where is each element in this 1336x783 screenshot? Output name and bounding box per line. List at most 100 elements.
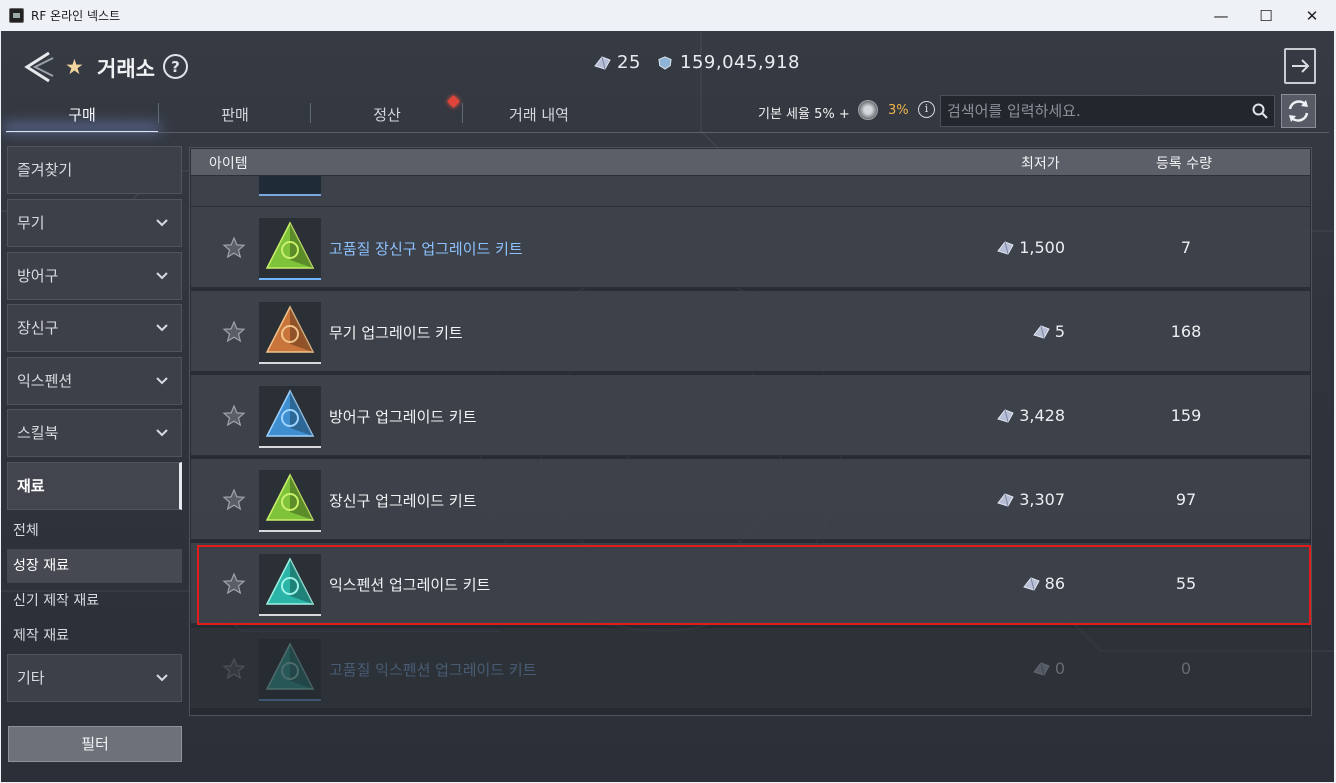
favorite-star-icon[interactable] [222, 236, 246, 260]
sidebar-item-favorites[interactable]: 즐겨찾기 [7, 146, 182, 194]
search-box [940, 95, 1275, 127]
item-quantity: 0 [1180, 659, 1192, 678]
sidebar-item-accessory[interactable]: 장신구 [7, 304, 182, 352]
page-title: 거래소 [97, 57, 155, 81]
favorite-star-icon[interactable] [222, 488, 246, 512]
price-value: 86 [1044, 574, 1065, 593]
table-row[interactable]: 고품질 장신구 업그레이드 키트 1,500 7 [191, 207, 1310, 288]
sidebar-item-other[interactable]: 기타 [7, 654, 182, 702]
item-price: 3,307 [995, 490, 1065, 509]
maximize-button[interactable]: ☐ [1243, 0, 1289, 31]
table-row-partial[interactable] [191, 176, 1310, 206]
table-row[interactable]: 장신구 업그레이드 키트 3,307 97 [191, 459, 1310, 540]
item-price: 86 [1021, 574, 1065, 593]
chevron-down-icon [156, 429, 168, 437]
table-row[interactable]: 고품질 익스펜션 업그레이드 키트 0 0 [191, 628, 1310, 709]
chevron-down-icon [156, 219, 168, 227]
silver-currency: 159,045,918 [656, 52, 800, 73]
table-row[interactable]: 익스펜션 업그레이드 키트 86 55 [191, 543, 1310, 624]
tabs-underline [6, 132, 1329, 133]
sidebar-subitem-craft[interactable]: 제작 재료 [7, 619, 182, 653]
tab-settlement[interactable]: 정산 [311, 97, 463, 133]
sidebar-item-expansion[interactable]: 익스펜션 [7, 357, 182, 405]
item-thumbnail [259, 302, 321, 364]
close-button[interactable]: ✕ [1289, 0, 1335, 31]
sidebar-item-label: 즐겨찾기 [17, 161, 73, 179]
gem-icon [1032, 661, 1050, 676]
favorite-star-icon[interactable] [222, 320, 246, 344]
search-input[interactable] [947, 100, 1237, 122]
sidebar-subitem-all[interactable]: 전체 [7, 514, 182, 548]
chevron-down-icon [156, 272, 168, 280]
table-row[interactable]: 무기 업그레이드 키트 5 168 [191, 291, 1310, 372]
item-thumbnail [259, 470, 321, 532]
tab-buy[interactable]: 구매 [6, 97, 158, 133]
item-quantity: 159 [1170, 406, 1202, 425]
chevron-down-icon [156, 674, 168, 682]
upgrade-kit-icon [265, 221, 315, 269]
info-icon[interactable]: i [918, 101, 935, 118]
price-value: 1,500 [1019, 238, 1065, 257]
table-header: 아이템 최저가 등록 수량 [191, 149, 1310, 175]
sidebar-item-label: 방어구 [17, 267, 59, 285]
sidebar-item-label: 무기 [17, 214, 45, 232]
item-thumbnail [259, 218, 321, 280]
item-quantity: 55 [1175, 574, 1197, 593]
item-thumbnail [259, 386, 321, 448]
favorite-star-icon: ★ [65, 55, 84, 79]
minimize-button[interactable]: — [1198, 0, 1244, 31]
sidebar-subitem-growth[interactable]: 성장 재료 [7, 549, 182, 583]
sidebar-item-label: 재료 [17, 477, 45, 495]
item-name: 장신구 업그레이드 키트 [329, 492, 477, 510]
item-name: 고품질 익스펜션 업그레이드 키트 [329, 661, 537, 679]
filter-button[interactable]: 필터 [8, 726, 182, 762]
item-thumbnail [259, 554, 321, 616]
sidebar-item-weapon[interactable]: 무기 [7, 199, 182, 247]
header-quantity: 등록 수량 [1156, 156, 1212, 172]
tab-history[interactable]: 거래 내역 [463, 97, 615, 133]
item-price: 1,500 [995, 238, 1065, 257]
item-thumbnail [259, 176, 321, 196]
back-arrow-icon[interactable] [21, 50, 55, 84]
price-value: 3,428 [1019, 406, 1065, 425]
refresh-button[interactable] [1281, 94, 1316, 128]
favorite-star-icon[interactable] [222, 404, 246, 428]
price-value: 5 [1054, 322, 1065, 341]
sidebar-item-armor[interactable]: 방어구 [7, 252, 182, 300]
gem-icon [1022, 576, 1040, 591]
sidebar-item-label: 익스펜션 [17, 372, 73, 390]
item-name: 방어구 업그레이드 키트 [329, 408, 477, 426]
gem-icon [594, 55, 611, 70]
favorite-star-icon[interactable] [222, 572, 246, 596]
header-lowest-price: 최저가 [1021, 156, 1060, 172]
app-icon [9, 8, 24, 23]
silver-amount: 159,045,918 [680, 52, 801, 73]
item-price: 3,428 [995, 406, 1065, 425]
item-quantity: 97 [1175, 490, 1197, 509]
help-icon[interactable]: ? [163, 54, 188, 79]
upgrade-kit-icon [265, 642, 315, 690]
item-quantity: 7 [1180, 238, 1192, 257]
header-item: 아이템 [209, 156, 248, 172]
sidebar-item-material[interactable]: 재료 [7, 462, 182, 510]
game-area: ★ 거래소 ? 25 159,045,918 구매 판매 정산 거래 내역 기본… [1, 31, 1334, 782]
exit-button[interactable] [1284, 48, 1316, 84]
price-value: 0 [1054, 659, 1065, 678]
upgrade-kit-icon [265, 389, 315, 437]
chevron-down-icon [156, 377, 168, 385]
tab-sell[interactable]: 판매 [159, 97, 311, 133]
search-icon[interactable] [1252, 103, 1268, 119]
refresh-icon [1288, 100, 1309, 122]
favorite-star-icon[interactable] [222, 657, 246, 681]
upgrade-kit-icon [265, 473, 315, 521]
shield-coin-icon [658, 55, 672, 70]
sidebar-item-skillbook[interactable]: 스킬북 [7, 409, 182, 457]
exit-icon [1292, 59, 1310, 73]
gem-icon [997, 492, 1014, 507]
sidebar-subitem-divine-craft[interactable]: 신기 제작 재료 [7, 584, 182, 618]
item-name: 무기 업그레이드 키트 [329, 324, 463, 342]
table-row[interactable]: 방어구 업그레이드 키트 3,428 159 [191, 375, 1310, 456]
gem-icon [997, 240, 1014, 255]
tax-label: 기본 세율 5% + [758, 107, 850, 122]
price-value: 3,307 [1019, 490, 1065, 509]
